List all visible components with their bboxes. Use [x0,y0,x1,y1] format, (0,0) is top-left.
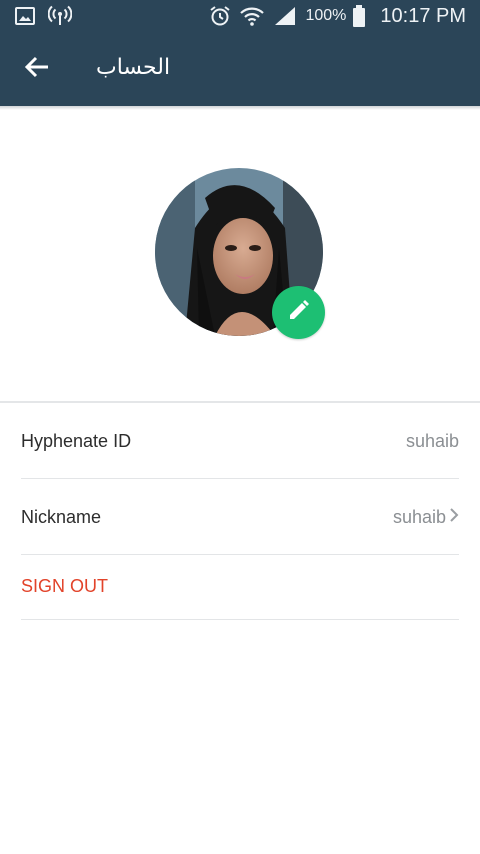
hyphenate-id-row: Hyphenate ID suhaib [21,403,459,479]
gallery-icon [14,5,36,27]
battery-percent: 100% [305,7,347,24]
pencil-icon [287,298,311,327]
sign-out-button[interactable]: SIGN OUT [21,555,459,620]
arrow-back-icon [24,55,50,84]
nickname-row[interactable]: Nickname suhaib [21,479,459,555]
sign-out-label: SIGN OUT [21,576,109,596]
nickname-value-group: suhaib [393,507,459,528]
signal-icon [273,5,297,27]
app-bar-shadow [0,106,480,110]
hyphenate-id-label: Hyphenate ID [21,431,132,451]
profile-avatar-section [155,168,327,340]
nickname-value: suhaib [392,507,446,527]
toolbar: الحساب [0,40,480,96]
alarm-icon [209,5,231,27]
wifi-icon [239,5,265,27]
status-bar: 100% 10:17 PM [0,0,480,32]
back-button[interactable] [16,52,58,86]
battery-icon [352,5,366,27]
row-divider [21,619,459,620]
chevron-right-icon [449,507,459,528]
nickname-label: Nickname [21,507,102,527]
edit-avatar-button[interactable] [272,286,325,339]
hotspot-icon [48,5,72,27]
hyphenate-id-value: suhaib [405,431,459,451]
page-title: الحساب [96,54,171,79]
app-bar: 100% 10:17 PM الحساب [0,0,480,106]
clock: 10:17 PM [380,4,466,27]
